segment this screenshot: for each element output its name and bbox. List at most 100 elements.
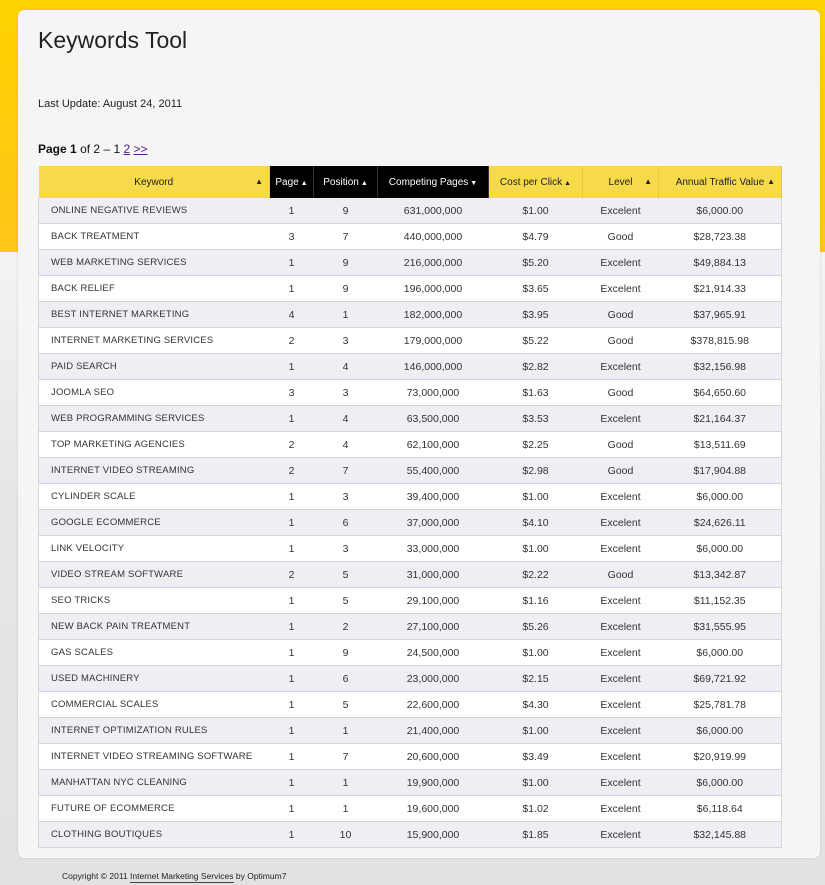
traffic-value-cell: $32,156.98 [658, 353, 782, 380]
header-cost-per-click[interactable]: Cost per Click ▲ [488, 166, 583, 198]
sort-down-icon: ▼ [470, 179, 478, 187]
traffic-value-cell: $64,650.60 [658, 379, 782, 406]
traffic-value-cell: $37,965.91 [658, 301, 782, 328]
position-cell: 5 [313, 561, 378, 588]
last-update-text: Last Update: August 24, 2011 [38, 98, 183, 110]
page-cell: 4 [269, 301, 314, 328]
header-annual-traffic-value[interactable]: Annual Traffic Value ▲ [658, 166, 782, 198]
traffic-value-cell: $6,000.00 [658, 717, 782, 744]
pagination-next-link[interactable]: >> [134, 142, 148, 156]
table-row: PAID SEARCH 1 4 146,000,000 $2.82 Excelent $32… [38, 353, 782, 380]
table-row: SEO TRICKS 1 5 29,100,000 $1.16 Excelent $11,1… [38, 587, 782, 614]
keyword-cell: INTERNET MARKETING SERVICES [38, 327, 270, 354]
competing-pages-cell: 31,000,000 [377, 561, 489, 588]
header-level[interactable]: Level ▲ [582, 166, 659, 198]
cost-per-click-cell: $2.22 [488, 561, 583, 588]
competing-pages-cell: 63,500,000 [377, 405, 489, 432]
keyword-cell: INTERNET OPTIMIZATION RULES [38, 717, 270, 744]
competing-pages-cell: 182,000,000 [377, 301, 489, 328]
pagination-page-2-link[interactable]: 2 [124, 142, 131, 156]
header-competing-pages[interactable]: Competing Pages ▼ [377, 166, 489, 198]
competing-pages-cell: 39,400,000 [377, 483, 489, 510]
footer-link[interactable]: Internet Marketing Services [130, 871, 234, 883]
pagination-dash: – [103, 142, 111, 156]
header-competing-label: Competing Pages [388, 176, 469, 188]
table-row: FUTURE OF ECOMMERCE 1 1 19,600,000 $1.02 Exce… [38, 795, 782, 822]
header-page[interactable]: Page ▲ [269, 166, 314, 198]
keyword-cell: CYLINDER SCALE [38, 483, 270, 510]
position-cell: 3 [313, 379, 378, 406]
keyword-cell: CLOTHING BOUTIQUES [38, 821, 270, 848]
competing-pages-cell: 196,000,000 [377, 275, 489, 302]
level-cell: Excelent [582, 405, 659, 432]
level-cell: Excelent [582, 743, 659, 770]
competing-pages-cell: 23,000,000 [377, 665, 489, 692]
traffic-value-cell: $28,723.38 [658, 223, 782, 250]
table-row: ONLINE NEGATIVE REVIEWS 1 9 631,000,000 $1.0… [38, 198, 782, 224]
page-cell: 2 [269, 327, 314, 354]
keyword-cell: LINK VELOCITY [38, 535, 270, 562]
competing-pages-cell: 146,000,000 [377, 353, 489, 380]
cost-per-click-cell: $1.02 [488, 795, 583, 822]
table-row: INTERNET VIDEO STREAMING 2 7 55,400,000 $2.9… [38, 457, 782, 484]
position-cell: 3 [313, 327, 378, 354]
competing-pages-cell: 21,400,000 [377, 717, 489, 744]
page-cell: 1 [269, 587, 314, 614]
level-cell: Good [582, 301, 659, 328]
position-cell: 2 [313, 613, 378, 640]
keyword-cell: TOP MARKETING AGENCIES [38, 431, 270, 458]
table-header-row: Keyword ▲︎ Page ▲ Position ▲ Competing Pag… [38, 166, 782, 198]
competing-pages-cell: 216,000,000 [377, 249, 489, 276]
page-cell: 1 [269, 743, 314, 770]
level-cell: Excelent [582, 198, 659, 224]
cost-per-click-cell: $1.00 [488, 717, 583, 744]
keyword-cell: JOOMLA SEO [38, 379, 270, 406]
competing-pages-cell: 179,000,000 [377, 327, 489, 354]
header-keyword[interactable]: Keyword ▲︎ [38, 166, 270, 198]
keyword-cell: FUTURE OF ECOMMERCE [38, 795, 270, 822]
header-level-label: Level [608, 176, 633, 188]
level-cell: Good [582, 379, 659, 406]
level-cell: Excelent [582, 535, 659, 562]
cost-per-click-cell: $3.95 [488, 301, 583, 328]
traffic-value-cell: $32,145.88 [658, 821, 782, 848]
page-cell: 3 [269, 223, 314, 250]
sort-up-icon: ▲ [360, 179, 368, 187]
traffic-value-cell: $6,000.00 [658, 198, 782, 224]
cost-per-click-cell: $2.98 [488, 457, 583, 484]
position-cell: 7 [313, 457, 378, 484]
cost-per-click-cell: $5.22 [488, 327, 583, 354]
competing-pages-cell: 19,600,000 [377, 795, 489, 822]
position-cell: 3 [313, 483, 378, 510]
traffic-value-cell: $6,118.64 [658, 795, 782, 822]
sort-up-icon: ▲ [300, 179, 308, 187]
traffic-value-cell: $6,000.00 [658, 483, 782, 510]
traffic-value-cell: $21,164.37 [658, 405, 782, 432]
page-cell: 1 [269, 353, 314, 380]
cost-per-click-cell: $1.00 [488, 535, 583, 562]
traffic-value-cell: $6,000.00 [658, 769, 782, 796]
table-row: VIDEO STREAM SOFTWARE 2 5 31,000,000 $2.22 Go… [38, 561, 782, 588]
page-cell: 1 [269, 613, 314, 640]
level-cell: Excelent [582, 249, 659, 276]
keyword-cell: WEB PROGRAMMING SERVICES [38, 405, 270, 432]
cost-per-click-cell: $3.65 [488, 275, 583, 302]
position-cell: 9 [313, 249, 378, 276]
page-cell: 2 [269, 457, 314, 484]
competing-pages-cell: 73,000,000 [377, 379, 489, 406]
level-cell: Excelent [582, 613, 659, 640]
cost-per-click-cell: $2.82 [488, 353, 583, 380]
level-cell: Good [582, 327, 659, 354]
pagination-page-1: 1 [113, 142, 121, 156]
page-cell: 1 [269, 198, 314, 224]
traffic-value-cell: $13,342.87 [658, 561, 782, 588]
position-cell: 4 [313, 431, 378, 458]
level-cell: Excelent [582, 353, 659, 380]
level-cell: Excelent [582, 769, 659, 796]
table-row: GAS SCALES 1 9 24,500,000 $1.00 Excelent $6,00… [38, 639, 782, 666]
position-cell: 6 [313, 509, 378, 536]
header-position[interactable]: Position ▲ [313, 166, 378, 198]
table-body: ONLINE NEGATIVE REVIEWS 1 9 631,000,000 $1.0… [38, 198, 782, 848]
competing-pages-cell: 440,000,000 [377, 223, 489, 250]
competing-pages-cell: 27,100,000 [377, 613, 489, 640]
